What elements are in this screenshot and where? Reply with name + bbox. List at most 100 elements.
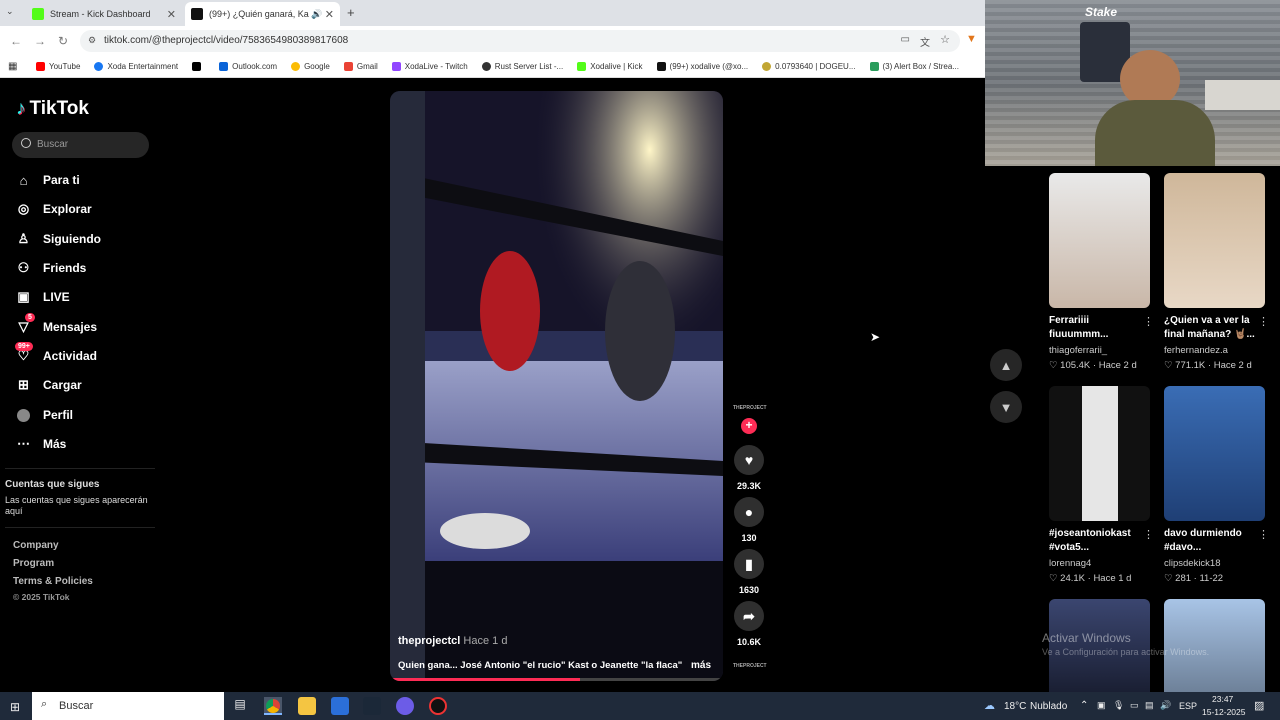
back-icon[interactable]: ← [10, 34, 22, 48]
video-thumbnail[interactable] [1049, 599, 1150, 692]
bookmark-tiktok[interactable]: (99+) xodalive (@xo... [656, 62, 748, 71]
tab-tiktok-video[interactable]: (99+) ¿Quién ganará, Kast o 🔊 ✕ [185, 2, 340, 26]
reload-icon[interactable]: ↻ [58, 34, 68, 48]
tray-app-icon[interactable]: ▣ [1097, 700, 1106, 711]
close-icon[interactable]: ✕ [167, 8, 176, 21]
footer-terms[interactable]: Terms & Policies [13, 576, 93, 587]
close-icon[interactable]: ✕ [325, 8, 334, 21]
bookmark-x[interactable] [192, 62, 205, 71]
url-field[interactable]: ⚙ tiktok.com/@theprojectcl/video/7583654… [80, 30, 960, 52]
comment-button[interactable]: ● 130 [733, 497, 765, 543]
video-player[interactable]: theprojectcl Hace 1 d Quien gana... José… [390, 91, 723, 681]
weather-desc[interactable]: Nublado [1030, 701, 1067, 712]
metamask-icon[interactable]: ▼ [966, 33, 977, 45]
like-button[interactable]: ♥ 29.3K [733, 445, 765, 491]
sidebar-item-siguiendo[interactable]: ♙ Siguiendo [16, 229, 101, 249]
save-button[interactable]: ▮ 1630 [733, 549, 765, 595]
windows-activation-subtext: Ve a Configuración para activar Windows. [1042, 647, 1210, 657]
clock-time[interactable]: 23:47 [1212, 694, 1233, 704]
tab-kick-dashboard[interactable]: Stream - Kick Dashboard ✕ [26, 2, 182, 26]
next-video-button[interactable]: ▼ [990, 391, 1022, 423]
card-author[interactable]: clipsdekick18 [1164, 557, 1265, 570]
more-options-icon[interactable]: ⋮ [1143, 528, 1154, 541]
mouse-cursor-icon: ➤ [870, 330, 881, 344]
bookmark-alertbox[interactable]: (3) Alert Box / Strea... [869, 62, 959, 71]
taskbar-search-input[interactable]: ⌕ Buscar [32, 692, 224, 720]
tiktok-logo[interactable]: ♪ TikTok [16, 98, 89, 120]
video-thumbnail[interactable] [1049, 386, 1150, 521]
card-author[interactable]: thiagoferrarii_ [1049, 344, 1150, 357]
share-button[interactable]: ➦ 10.6K [733, 601, 765, 647]
related-card[interactable]: #joseantoniokast #vota5... lorennag4 ♡ 2… [1049, 386, 1154, 585]
footer-company[interactable]: Company [13, 540, 59, 551]
prev-video-button[interactable]: ▲ [990, 349, 1022, 381]
more-button[interactable]: más [691, 660, 711, 671]
sidebar-item-live[interactable]: ▣ LIVE [16, 287, 69, 307]
forward-icon[interactable]: → [34, 34, 46, 48]
sidebar-item-actividad[interactable]: ♡ 99+ Actividad [15, 341, 97, 366]
progress-bar[interactable] [390, 678, 723, 681]
apps-icon[interactable]: ▦ [8, 61, 17, 72]
clock-date[interactable]: 15-12-2025 [1202, 707, 1245, 717]
bookmark-rust[interactable]: Rust Server List -... [481, 62, 563, 71]
footer-program[interactable]: Program [13, 558, 54, 569]
volume-icon[interactable]: 🔊 [1160, 700, 1171, 711]
sidebar-item-friends[interactable]: ⚇ Friends [16, 258, 87, 278]
notifications-icon[interactable]: ▨ [1254, 699, 1264, 712]
obs-icon[interactable] [429, 697, 447, 715]
video-thumbnail[interactable] [1049, 173, 1150, 308]
search-input[interactable]: Buscar [12, 132, 149, 158]
more-options-icon[interactable]: ⋮ [1143, 315, 1154, 328]
bookmark-google[interactable]: Google [291, 62, 330, 71]
bookmark-twitch[interactable]: XodaLive - Twitch [391, 62, 468, 71]
video-thumbnail[interactable] [1164, 599, 1265, 692]
related-card[interactable]: Ferrariiii fiuuummm... thiagoferrarii_ ♡… [1049, 173, 1154, 372]
video-author[interactable]: theprojectcl Hace 1 d [398, 635, 507, 647]
tray-window-icon[interactable]: ▭ [1130, 700, 1139, 711]
bookmark-label: YouTube [49, 62, 81, 71]
weather-temp[interactable]: 18°C [1004, 701, 1026, 712]
network-icon[interactable]: ▤ [1145, 700, 1154, 711]
task-view-icon[interactable]: ▤ [231, 697, 249, 715]
card-author[interactable]: lorennag4 [1049, 557, 1150, 570]
sidebar-item-mas[interactable]: ⋯ Más [16, 434, 66, 454]
bookmark-youtube[interactable]: YouTube [36, 62, 80, 71]
bookmark-kick[interactable]: Xodalive | Kick [577, 62, 643, 71]
microphone-icon[interactable]: 🎙 [1113, 700, 1124, 711]
store-icon[interactable] [331, 697, 349, 715]
tab-search-icon[interactable]: ⌄ [6, 6, 14, 17]
file-explorer-icon[interactable] [298, 697, 316, 715]
bookmark-doge[interactable]: 0.0793640 | DOGEU... [762, 62, 856, 71]
speaker-icon[interactable]: 🔊 [311, 9, 322, 20]
chrome-icon[interactable] [264, 697, 282, 715]
translate-icon[interactable]: 文 [920, 34, 930, 49]
bookmark-outlook[interactable]: Outlook.com [219, 62, 277, 71]
star-icon[interactable]: ☆ [940, 33, 950, 46]
sidebar-item-cargar[interactable]: ⊞ Cargar [16, 375, 82, 395]
new-tab-button[interactable]: + [347, 5, 355, 20]
more-options-icon[interactable]: ⋮ [1258, 315, 1269, 328]
sound-disc[interactable]: THEPROJECT [733, 663, 767, 669]
bookmark-gmail[interactable]: Gmail [343, 62, 378, 71]
windows-start-icon[interactable]: ⊞ [10, 700, 20, 714]
sidebar-item-mensajes[interactable]: ▽ 5 Mensajes [16, 312, 97, 337]
cast-icon[interactable]: ▭ [901, 34, 910, 45]
card-date: Hace 2 d [1213, 360, 1252, 371]
sidebar-item-explorar[interactable]: ◎ Explorar [16, 199, 92, 219]
sidebar-item-perfil[interactable]: Perfil [16, 405, 73, 425]
language-indicator[interactable]: ESP [1179, 701, 1197, 711]
related-card[interactable]: ¿Quien va a ver la final mañana? 🤘🏽... f… [1164, 173, 1269, 372]
tray-chevron-up-icon[interactable]: ⌃ [1080, 700, 1088, 711]
sidebar-item-para-ti[interactable]: ⌂ Para ti [16, 170, 80, 190]
follow-plus-icon[interactable]: + [741, 418, 757, 434]
card-author[interactable]: ferhernandez.a [1164, 344, 1265, 357]
discord-icon[interactable] [396, 697, 414, 715]
related-card[interactable]: davo durmiendo #davo... clipsdekick18 ♡ … [1164, 386, 1269, 585]
video-thumbnail[interactable] [1164, 386, 1265, 521]
video-thumbnail[interactable] [1164, 173, 1265, 308]
bookmark-xoda-entertainment[interactable]: Xoda Entertainment [94, 62, 178, 71]
more-options-icon[interactable]: ⋮ [1258, 528, 1269, 541]
site-info-icon[interactable]: ⚙ [88, 35, 96, 46]
creator-avatar[interactable]: THEPROJECT + [733, 405, 767, 434]
steam-icon[interactable] [363, 697, 381, 715]
